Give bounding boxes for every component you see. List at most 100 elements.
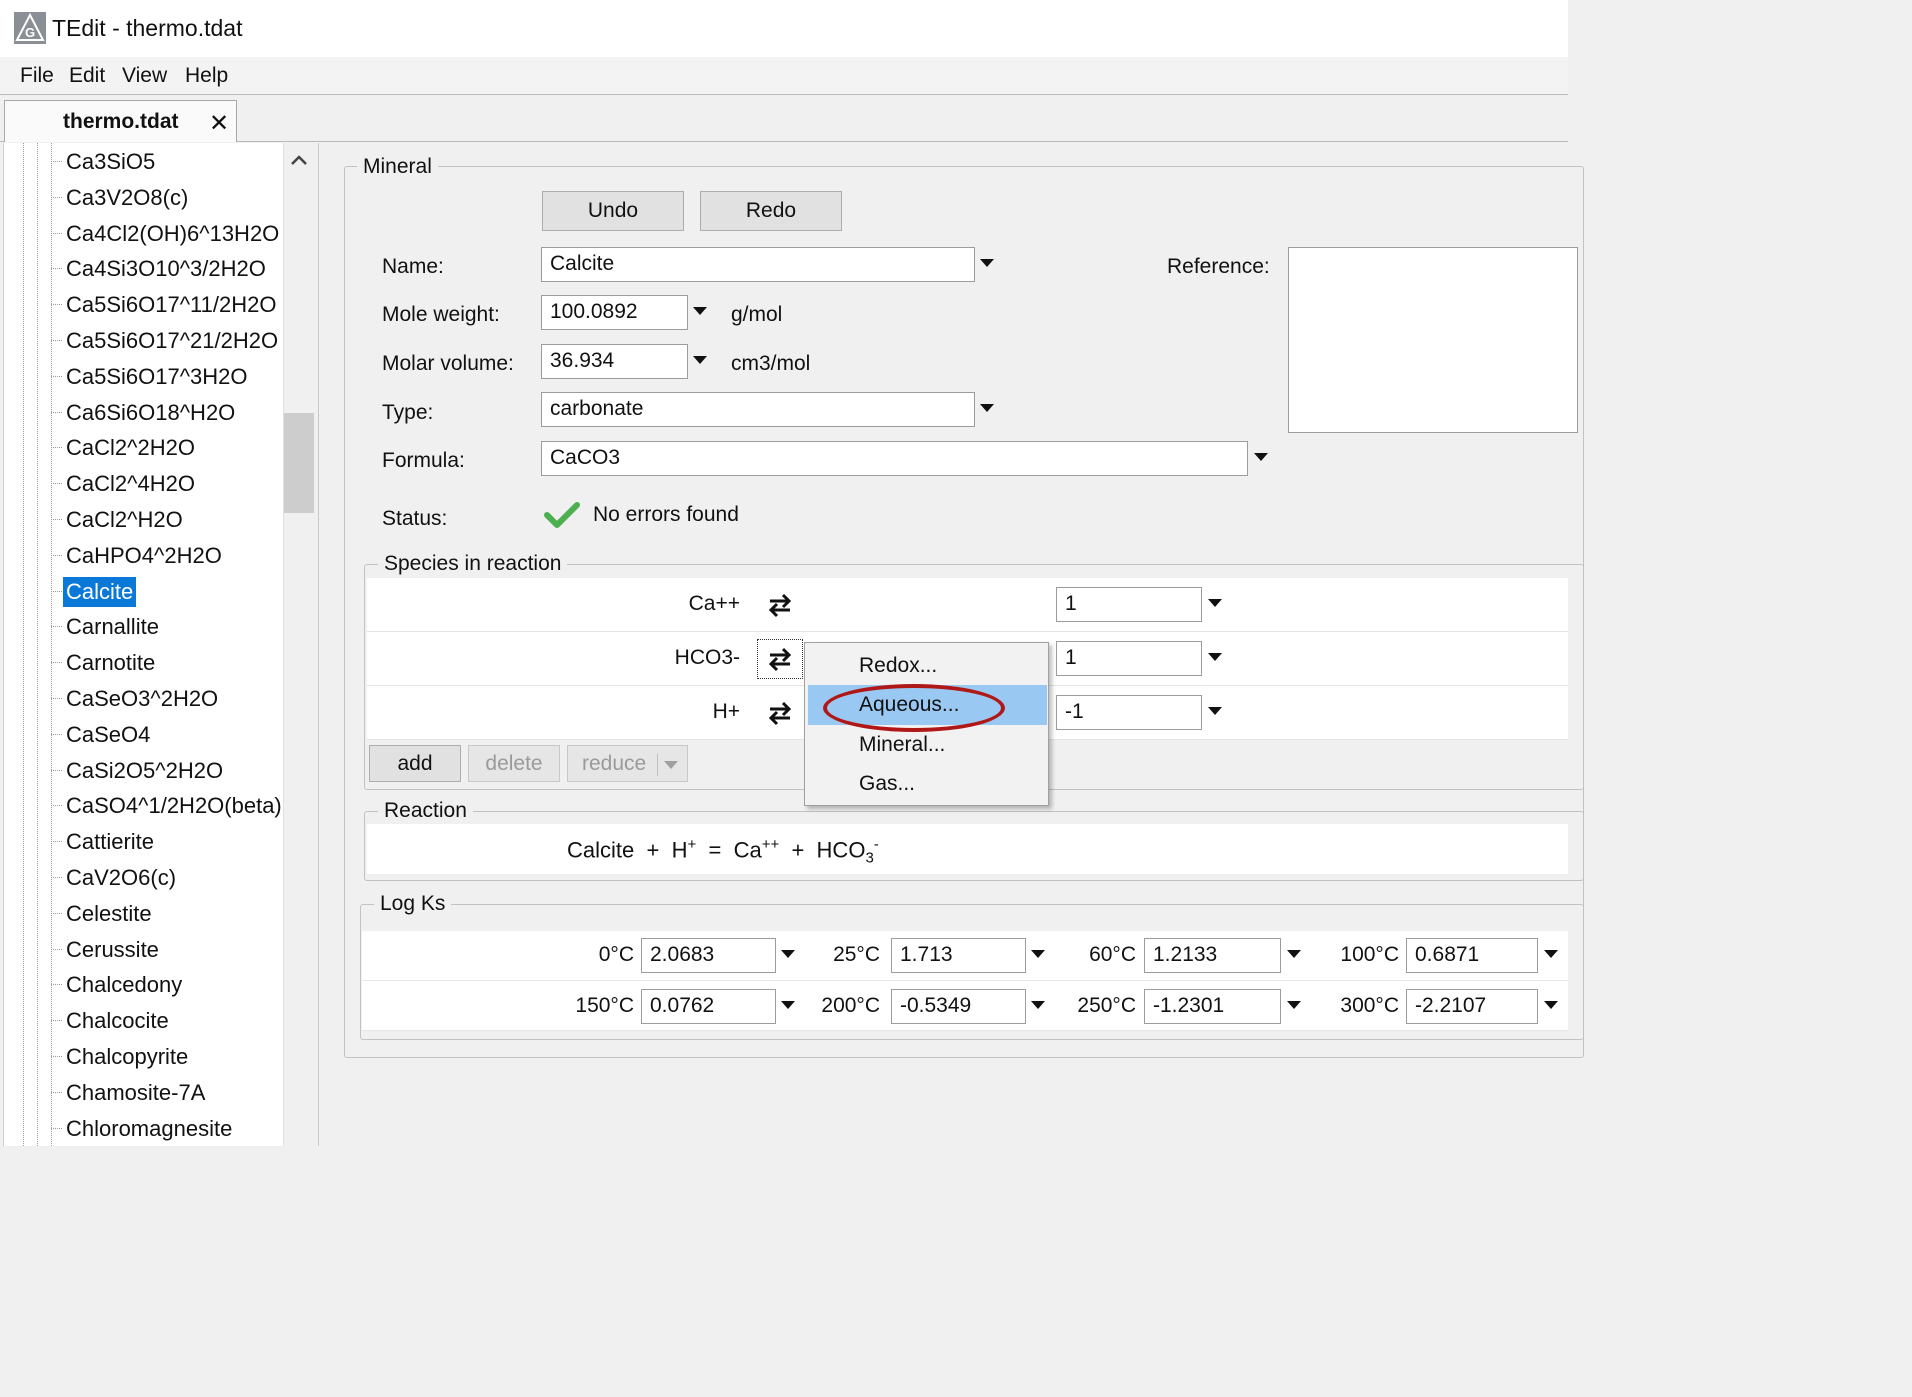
- molar-volume-field[interactable]: 36.934: [541, 344, 688, 379]
- undo-button[interactable]: Undo: [542, 191, 684, 231]
- tree-item[interactable]: Ca3V2O8(c): [4, 179, 283, 215]
- temperature-label: 250°C: [1077, 994, 1136, 1017]
- swap-icon[interactable]: [765, 590, 795, 620]
- chevron-down-icon[interactable]: [980, 404, 994, 412]
- name-field[interactable]: Calcite: [541, 247, 975, 282]
- tree-item[interactable]: Carnallite: [4, 608, 283, 644]
- chevron-down-icon[interactable]: [1254, 453, 1268, 461]
- table-row[interactable]: Ca++: [367, 578, 1568, 632]
- add-button[interactable]: add: [369, 745, 461, 782]
- title-bar: G TEdit - thermo.tdat: [0, 0, 1568, 57]
- tree-item[interactable]: Chalcocite: [4, 1002, 283, 1038]
- tree-item[interactable]: Ca3SiO5: [4, 143, 283, 179]
- chevron-up-icon[interactable]: [289, 153, 309, 167]
- reference-field[interactable]: [1288, 247, 1578, 433]
- tree-item[interactable]: Chalcopyrite: [4, 1038, 283, 1074]
- menu-file[interactable]: File: [20, 64, 54, 88]
- menu-item-gas[interactable]: Gas...: [805, 764, 1048, 804]
- chevron-down-icon[interactable]: [1031, 1001, 1045, 1009]
- tree-item[interactable]: CaHPO4^2H2O: [4, 537, 283, 573]
- swap-icon[interactable]: [765, 698, 795, 728]
- tree-scrollbar[interactable]: [283, 143, 314, 1146]
- chevron-down-icon[interactable]: [1287, 1001, 1301, 1009]
- tree-item[interactable]: CaCl2^H2O: [4, 501, 283, 537]
- coefficient-field[interactable]: 1: [1056, 587, 1202, 622]
- tree-item[interactable]: CaSO4^1/2H2O(beta): [4, 787, 283, 823]
- formula-field[interactable]: CaCO3: [541, 441, 1248, 476]
- chevron-down-icon[interactable]: [1208, 599, 1222, 607]
- tree-item[interactable]: CaSeO4: [4, 716, 283, 752]
- chevron-down-icon[interactable]: [1544, 1001, 1558, 1009]
- tree-item-label: CaSeO3^2H2O: [66, 686, 219, 711]
- tree-item-label: CaSeO4: [66, 721, 151, 747]
- logk-field[interactable]: 2.0683: [641, 938, 776, 973]
- mole-weight-unit: g/mol: [731, 303, 783, 326]
- reduce-button[interactable]: reduce: [567, 745, 688, 782]
- menu-bar: File Edit View Help: [0, 57, 1568, 95]
- scrollbar-thumb[interactable]: [284, 413, 314, 513]
- tree-item[interactable]: Chamosite-7A: [4, 1074, 283, 1110]
- tab-thermo-tdat[interactable]: thermo.tdat ✕: [4, 100, 237, 142]
- reaction-equation: Calcite + H+ = Ca++ + HCO3-: [567, 836, 879, 867]
- panel-splitter[interactable]: [318, 143, 322, 1146]
- tree-item-label: CaV2O6(c): [66, 865, 177, 890]
- tree-item[interactable]: Ca4Si3O10^3/2H2O: [4, 250, 283, 286]
- tree-item[interactable]: Ca6Si6O18^H2O: [4, 394, 283, 430]
- tree-item[interactable]: Ca5Si6O17^3H2O: [4, 358, 283, 394]
- delete-button[interactable]: delete: [468, 745, 560, 782]
- chevron-down-icon[interactable]: [1544, 950, 1558, 958]
- logk-field[interactable]: 1.2133: [1144, 938, 1281, 973]
- menu-view[interactable]: View: [122, 64, 167, 88]
- window-title: TEdit - thermo.tdat: [52, 15, 243, 41]
- tree-item-label: CaCl2^4H2O: [66, 471, 195, 497]
- chevron-down-icon[interactable]: [781, 950, 795, 958]
- species-name: Ca++: [688, 592, 740, 615]
- chevron-down-icon[interactable]: [1287, 950, 1301, 958]
- chevron-down-icon[interactable]: [781, 1001, 795, 1009]
- chevron-down-icon[interactable]: [1208, 707, 1222, 715]
- check-icon: [544, 502, 580, 528]
- tree-item[interactable]: Cerussite: [4, 931, 283, 967]
- logk-field[interactable]: 0.0762: [641, 989, 776, 1024]
- tree-item[interactable]: Calcite: [4, 573, 283, 609]
- coefficient-field[interactable]: -1: [1056, 695, 1202, 730]
- mineral-tree[interactable]: Ca3SiO5 Ca3V2O8(c) Ca4Cl2(OH)6^13H2O Ca4Si3…: [3, 143, 283, 1146]
- tree-item[interactable]: CaSeO3^2H2O: [4, 680, 283, 716]
- tree-item[interactable]: Cattierite: [4, 823, 283, 859]
- logk-field[interactable]: -2.2107: [1406, 989, 1538, 1024]
- tree-item[interactable]: CaV2O6(c): [4, 859, 283, 895]
- type-field[interactable]: carbonate: [541, 392, 975, 427]
- close-icon[interactable]: ✕: [209, 109, 229, 138]
- tree-item[interactable]: Celestite: [4, 895, 283, 931]
- status-label: Status:: [382, 507, 448, 530]
- tree-item[interactable]: CaSi2O5^2H2O: [4, 752, 283, 788]
- tree-item[interactable]: Carnotite: [4, 644, 283, 680]
- tree-item[interactable]: CaCl2^2H2O: [4, 429, 283, 465]
- tree-item[interactable]: Ca5Si6O17^11/2H2O: [4, 286, 283, 322]
- chevron-down-icon[interactable]: [1208, 653, 1222, 661]
- tree-item-label: Calcite: [63, 576, 137, 607]
- logk-field[interactable]: 0.6871: [1406, 938, 1538, 973]
- redo-button[interactable]: Redo: [700, 191, 842, 231]
- tree-item[interactable]: Ca4Cl2(OH)6^13H2O: [4, 215, 283, 251]
- chevron-down-icon[interactable]: [1031, 950, 1045, 958]
- chevron-down-icon[interactable]: [693, 356, 707, 364]
- tree-item[interactable]: Chloromagnesite: [4, 1110, 283, 1146]
- mole-weight-field[interactable]: 100.0892: [541, 295, 688, 330]
- menu-edit[interactable]: Edit: [69, 64, 105, 88]
- tree-item[interactable]: Ca5Si6O17^21/2H2O: [4, 322, 283, 358]
- chevron-down-icon[interactable]: [693, 307, 707, 315]
- coefficient-field[interactable]: 1: [1056, 641, 1202, 676]
- chevron-down-icon[interactable]: [664, 761, 678, 769]
- swap-icon[interactable]: [765, 644, 795, 674]
- tree-item[interactable]: CaCl2^4H2O: [4, 465, 283, 501]
- chevron-down-icon[interactable]: [980, 259, 994, 267]
- logk-field[interactable]: 1.713: [891, 938, 1026, 973]
- menu-item-redox[interactable]: Redox...: [805, 646, 1048, 686]
- logk-field[interactable]: -1.2301: [1144, 989, 1281, 1024]
- temperature-label: 100°C: [1340, 943, 1399, 966]
- tree-item[interactable]: Chalcedony: [4, 966, 283, 1002]
- logk-field[interactable]: -0.5349: [891, 989, 1026, 1024]
- swap-focus[interactable]: [757, 639, 803, 679]
- menu-help[interactable]: Help: [185, 64, 228, 88]
